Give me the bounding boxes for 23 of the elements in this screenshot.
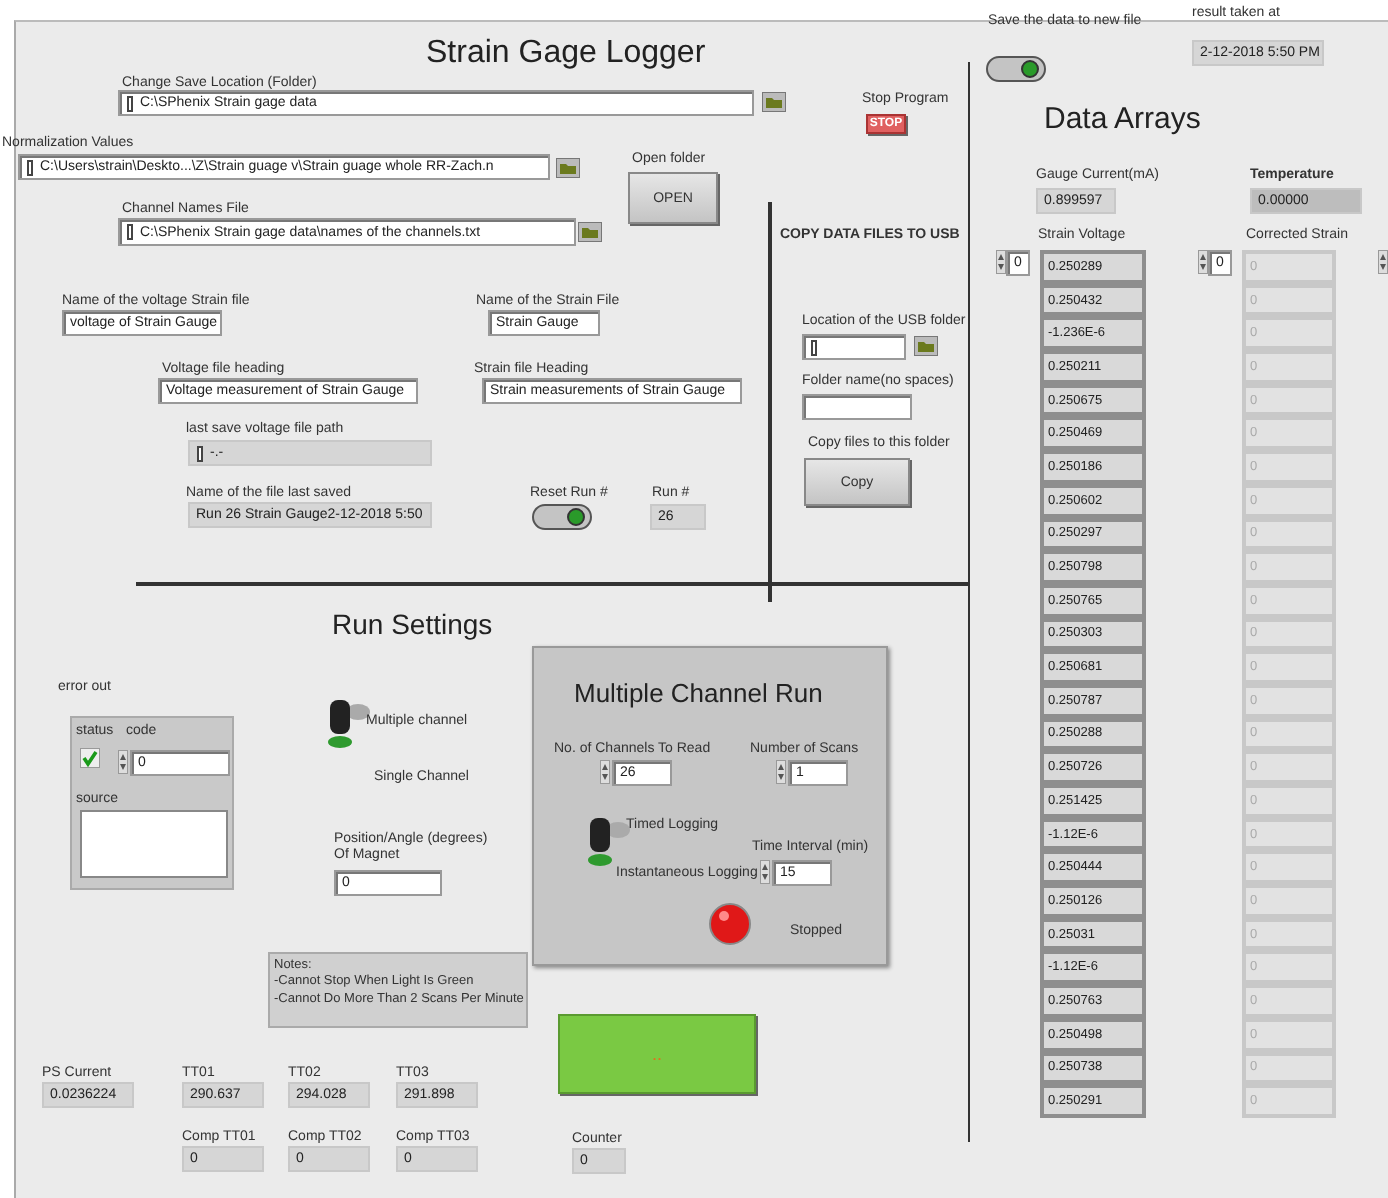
path-icon	[126, 224, 134, 240]
path-icon	[810, 339, 818, 355]
increment-arrows[interactable]	[118, 750, 128, 774]
path-icon	[196, 445, 204, 461]
lever-switch[interactable]	[326, 694, 370, 750]
app-title: Strain Gage Logger	[426, 36, 706, 72]
section-title: Data Arrays	[1044, 102, 1201, 136]
increment-arrows[interactable]	[760, 860, 770, 884]
increment-arrows[interactable]	[600, 760, 610, 784]
increment-arrows[interactable]	[1198, 250, 1208, 274]
increment-arrows[interactable]	[776, 760, 786, 784]
source-field[interactable]	[80, 810, 228, 878]
path-icon	[126, 95, 134, 111]
panel-title: Multiple Channel Run	[574, 678, 823, 708]
increment-arrows[interactable]	[996, 250, 1006, 274]
lever-switch[interactable]	[586, 812, 630, 868]
toggle-switch[interactable]	[986, 56, 1046, 82]
path-field[interactable]	[802, 334, 906, 360]
section-title: Run Settings	[332, 608, 493, 640]
path-icon	[26, 159, 34, 175]
increment-arrows[interactable]	[1378, 250, 1388, 274]
text-field[interactable]	[802, 394, 912, 420]
toggle-switch[interactable]	[532, 504, 592, 530]
